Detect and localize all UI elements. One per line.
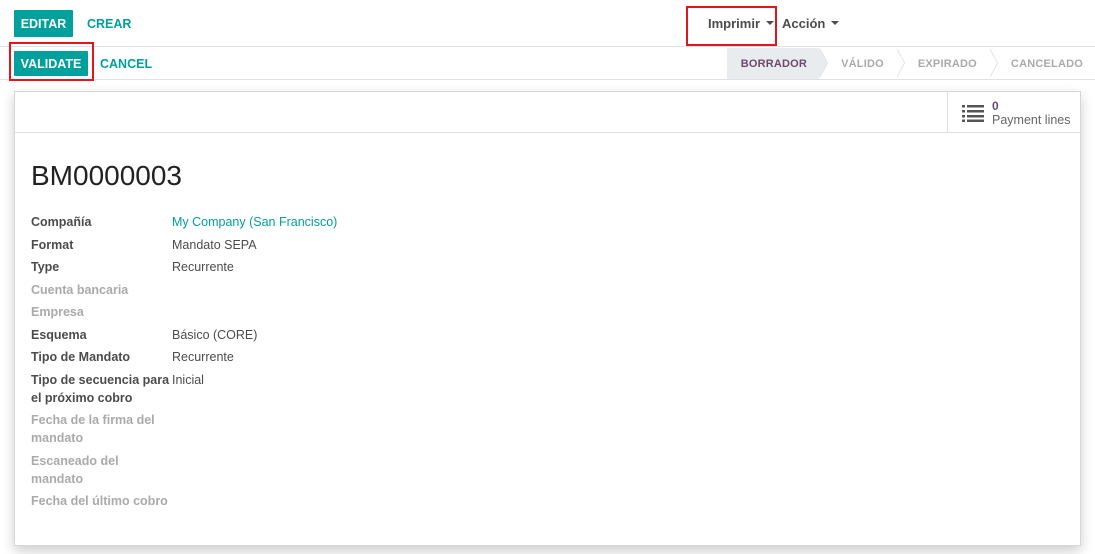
payment-lines-button[interactable]: 0 Payment lines [947, 92, 1080, 133]
field-label: Tipo de secuencia para el próximo cobro [31, 372, 170, 405]
list-icon [962, 104, 984, 122]
field-row: Format Mandato SEPA [31, 236, 431, 254]
action-label: Acción [782, 16, 826, 31]
field-row: Compañía My Company (San Francisco) [31, 213, 431, 231]
field-row: Empresa [31, 303, 431, 321]
field-row: Tipo de secuencia para el próximo cobro I… [31, 371, 431, 407]
validate-button[interactable]: VALIDATE [14, 51, 88, 76]
field-row: Tipo de Mandato Recurrente [31, 348, 431, 366]
status-step-expirado[interactable]: EXPIRADO [896, 48, 998, 79]
caret-down-icon [766, 21, 775, 25]
field-row: Fecha de la firma del mandato [31, 411, 431, 447]
field-label: Compañía [31, 215, 92, 229]
cancel-button[interactable]: CANCEL [100, 57, 152, 71]
field-label: Escaneado del mandato [31, 453, 119, 486]
print-dropdown[interactable]: Imprimir [708, 16, 775, 31]
field-value: Básico (CORE) [172, 327, 258, 342]
field-label: Fecha de la firma del mandato [31, 413, 155, 445]
field-label: Fecha del último cobro [31, 494, 168, 508]
field-value: Recurrente [172, 350, 234, 364]
create-button[interactable]: CREAR [87, 17, 131, 31]
status-step-borrador[interactable]: BORRADOR [726, 48, 829, 79]
edit-button[interactable]: EDITAR [14, 10, 73, 37]
print-label: Imprimir [708, 16, 761, 31]
field-label: Tipo de Mandato [31, 350, 131, 364]
payment-lines-count: 0 [992, 98, 999, 113]
button-box: 0 Payment lines [15, 92, 1080, 133]
field-list: Compañía My Company (San Francisco) Format… [31, 213, 431, 515]
record-title: BM0000003 [31, 160, 183, 191]
caret-down-icon [831, 21, 840, 25]
action-dropdown[interactable]: Acción [782, 16, 840, 31]
field-value: Inicial [172, 372, 204, 387]
field-row: Escaneado del mandato [31, 452, 431, 488]
form-sheet: 0 Payment lines BM0000003 Compañía My Com… [14, 91, 1081, 546]
field-label: Cuenta bancaria [31, 282, 129, 297]
field-label: Esquema [31, 327, 87, 342]
field-value: Recurrente [172, 260, 234, 274]
field-value-link[interactable]: My Company (San Francisco) [172, 213, 337, 231]
status-step-válido[interactable]: VÁLIDO [819, 48, 905, 79]
field-row: Esquema Básico (CORE) [31, 326, 431, 344]
status-step-cancelado[interactable]: CANCELADO [989, 48, 1095, 79]
statusbar: BORRADOR VÁLIDO EXPIRADO CANCELADO [726, 48, 1095, 79]
field-label: Empresa [31, 305, 84, 319]
field-row: Fecha del último cobro [31, 492, 431, 510]
form-header: VALIDATE CANCEL BORRADOR VÁLIDO EXPIRADO CA… [0, 48, 1095, 80]
control-panel-top: EDITAR CREAR Imprimir Acción [0, 0, 1095, 47]
payment-lines-label: Payment lines [992, 112, 1071, 127]
field-label: Type [31, 260, 60, 274]
field-label: Format [31, 237, 74, 252]
field-row: Cuenta bancaria [31, 281, 431, 299]
field-value: Mandato SEPA [172, 237, 257, 252]
field-row: Type Recurrente [31, 258, 431, 276]
